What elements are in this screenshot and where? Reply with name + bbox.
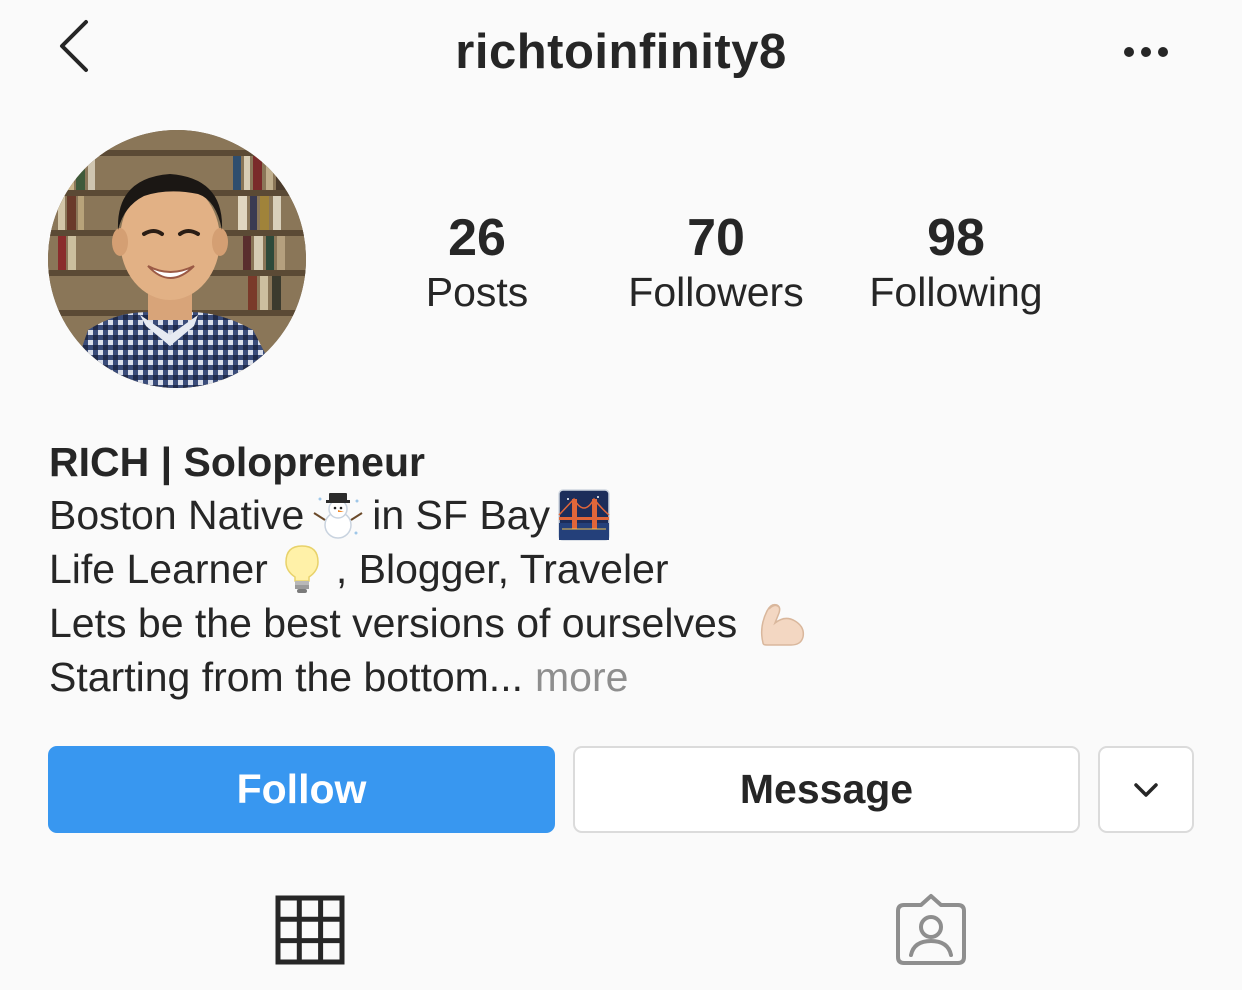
followers-count: 70: [687, 209, 745, 267]
bio-more-link[interactable]: more: [535, 650, 628, 704]
tab-posts-grid[interactable]: [250, 880, 370, 980]
bio-line: Boston Native in SF Bay: [49, 488, 1199, 542]
profile-display-name: RICH | Solopreneur: [49, 439, 425, 485]
profile-photo: [48, 130, 306, 388]
top-bar: richtoinfinity8: [0, 0, 1242, 104]
stat-posts[interactable]: 26 Posts: [367, 208, 587, 316]
profile-username: richtoinfinity8: [455, 25, 787, 79]
tagged-person-icon: [896, 894, 966, 965]
grid-icon: [275, 895, 345, 965]
bio-text: in SF Bay: [372, 492, 550, 538]
avatar[interactable]: [48, 130, 306, 388]
light-bulb-emoji: [285, 545, 319, 593]
following-label: Following: [869, 269, 1043, 315]
follow-button[interactable]: Follow: [48, 746, 555, 833]
bio-line: Starting from the bottom... more: [49, 650, 1199, 704]
bio-line: Life Learner , Blogger, Traveler: [49, 542, 1199, 596]
stat-followers[interactable]: 70 Followers: [606, 208, 826, 316]
bio-text: Boston Native: [49, 492, 305, 538]
stat-following[interactable]: 98 Following: [846, 208, 1066, 316]
ellipsis-icon: [1124, 47, 1168, 57]
more-options-button[interactable]: [1112, 28, 1180, 76]
posts-count: 26: [448, 209, 506, 267]
posts-label: Posts: [425, 269, 529, 315]
chevron-down-icon: [1134, 782, 1158, 797]
bio-text: , Blogger, Traveler: [335, 546, 669, 592]
followers-label: Followers: [628, 269, 804, 315]
tab-tagged[interactable]: [871, 880, 991, 980]
bridge-at-night-emoji: [558, 489, 610, 541]
message-button[interactable]: Message: [573, 746, 1080, 833]
snowman-emoji: [313, 493, 363, 539]
suggested-dropdown-button[interactable]: [1098, 746, 1194, 833]
following-count: 98: [927, 209, 985, 267]
bio-text: Life Learner: [49, 546, 268, 592]
bio-text: Lets be the best versions of ourselves: [49, 600, 738, 646]
bio-section: RICH | Solopreneur Boston Native in SF B…: [49, 436, 1199, 704]
bio-text: Starting from the bottom...: [49, 654, 523, 700]
flexed-biceps-emoji: [761, 603, 805, 646]
bio-line: Lets be the best versions of ourselves: [49, 596, 1199, 650]
